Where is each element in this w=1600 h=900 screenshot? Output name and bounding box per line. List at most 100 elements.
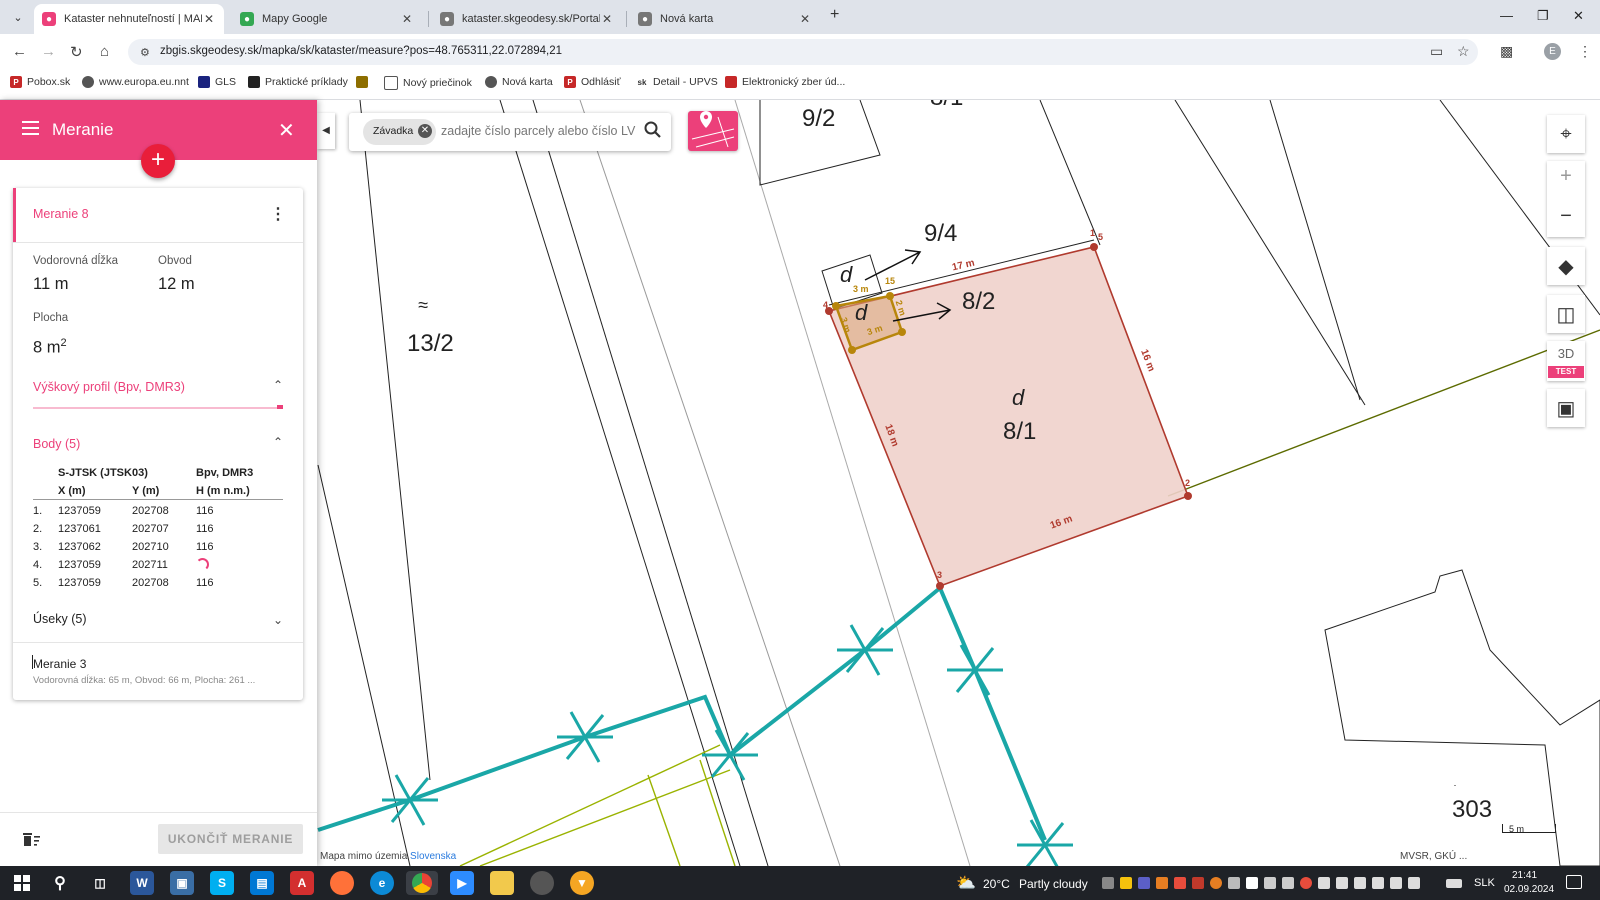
map-footer-link[interactable]: Slovenska <box>410 851 456 862</box>
close-tab-icon[interactable]: ✕ <box>798 12 812 26</box>
chrome-active-icon[interactable] <box>406 871 438 895</box>
network-icon[interactable] <box>1372 877 1384 889</box>
measurement-3-title[interactable]: Meranie 3 <box>33 657 86 671</box>
weather-icon[interactable]: ⛅ <box>956 873 976 893</box>
weather-text[interactable]: Partly cloudy <box>1019 877 1088 891</box>
hamburger-menu-icon[interactable] <box>22 118 39 140</box>
bookmark-star-icon[interactable]: ☆ <box>1457 43 1470 60</box>
search-icon[interactable]: ⚲ <box>48 871 72 895</box>
tray-icon[interactable] <box>1390 877 1402 889</box>
bookmark-zber[interactable]: Elektronický zber úd... <box>725 76 845 88</box>
search-icon[interactable] <box>644 121 662 142</box>
tray-icon[interactable] <box>1120 877 1132 889</box>
tray-icon[interactable] <box>1210 877 1222 889</box>
bookmark-nova-karta[interactable]: Nová karta <box>485 76 553 88</box>
speaker-icon[interactable] <box>1408 877 1420 889</box>
scanner-icon[interactable]: ▤ <box>250 871 274 895</box>
search-input[interactable] <box>441 123 636 139</box>
language-indicator[interactable]: SLK <box>1474 877 1495 889</box>
tray-icon[interactable] <box>1192 877 1204 889</box>
pdf-icon[interactable]: A <box>290 871 314 895</box>
chevron-up-icon[interactable]: ⌃ <box>273 435 283 449</box>
map-attribution[interactable]: MVSR, GKÚ ... <box>1400 851 1467 862</box>
map-location-button[interactable] <box>688 111 738 151</box>
volume-icon[interactable] <box>1228 877 1240 889</box>
bookmark-folder[interactable]: Nový priečinok <box>384 76 472 90</box>
temperature[interactable]: 20°C <box>983 877 1010 891</box>
clock-time[interactable]: 21:41 <box>1512 870 1537 881</box>
tray-icon[interactable] <box>1300 877 1312 889</box>
new-tab-plus-icon[interactable]: + <box>830 6 839 24</box>
chip-remove-icon[interactable]: ✕ <box>418 124 432 138</box>
tray-icon[interactable] <box>1336 877 1348 889</box>
install-app-icon[interactable]: ▭ <box>1430 43 1443 60</box>
edge-icon[interactable]: e <box>370 871 394 895</box>
bookmark-upvs[interactable]: sk Detail - UPVS <box>636 76 718 88</box>
word-icon[interactable]: W <box>130 871 154 895</box>
zoom-out-icon[interactable]: − <box>1547 205 1585 228</box>
clock-date[interactable]: 02.09.2024 <box>1504 884 1554 895</box>
bookmark-prakticke[interactable]: Praktické príklady <box>248 76 348 88</box>
forward-arrow-icon[interactable]: → <box>41 43 56 60</box>
app-icon[interactable] <box>530 871 554 895</box>
close-icon[interactable]: ✕ <box>278 118 295 143</box>
compare-button[interactable]: ◫ <box>1547 295 1585 333</box>
tray-icon[interactable] <box>1354 877 1366 889</box>
bookmark-gls[interactable]: GLS <box>198 76 236 88</box>
bookmark-odhlasit[interactable]: P Odhlásiť <box>564 76 621 88</box>
photo-map-button[interactable]: ▣ <box>1547 389 1585 427</box>
bookmark-unnamed[interactable] <box>356 76 373 88</box>
tray-icon[interactable] <box>1282 877 1294 889</box>
tray-icon[interactable] <box>1102 877 1114 889</box>
tray-icon[interactable] <box>1318 877 1330 889</box>
add-measurement-button[interactable]: + <box>141 144 175 178</box>
layers-button[interactable]: ◆ <box>1547 247 1585 285</box>
home-icon[interactable]: ⌂ <box>100 43 109 60</box>
more-options-icon[interactable]: ⋮ <box>270 204 286 224</box>
close-tab-icon[interactable]: ✕ <box>202 12 216 26</box>
profile-avatar[interactable]: E <box>1544 43 1561 60</box>
minimize-icon[interactable]: — <box>1500 8 1513 23</box>
skype-icon[interactable]: S <box>210 871 234 895</box>
file-explorer-icon[interactable] <box>490 871 514 895</box>
back-arrow-icon[interactable]: ← <box>12 43 27 60</box>
chevron-up-icon[interactable]: ⌃ <box>273 378 283 392</box>
elevation-profile-toggle[interactable]: Výškový profil (Bpv, DMR3) <box>33 380 185 394</box>
notification-icon[interactable] <box>1566 875 1582 889</box>
tab-google-maps[interactable]: ● Mapy Google ✕ <box>232 4 422 34</box>
eid-icon[interactable] <box>1246 877 1258 889</box>
store-icon[interactable]: ▣ <box>170 871 194 895</box>
tray-icon[interactable] <box>1174 877 1186 889</box>
tab-search-chevron-icon[interactable]: ⌄ <box>8 7 28 27</box>
site-info-icon[interactable]: ⚙ <box>140 46 150 59</box>
segments-toggle[interactable]: Úseky (5) <box>33 612 86 626</box>
window-close-icon[interactable]: ✕ <box>1573 8 1584 24</box>
delete-all-icon[interactable] <box>22 831 40 847</box>
zoom-icon[interactable]: ▶ <box>450 871 474 895</box>
collapse-panel-button[interactable]: ◀ <box>317 113 335 149</box>
reload-icon[interactable]: ↻ <box>70 43 83 61</box>
my-location-button[interactable]: ⌖ <box>1547 115 1585 153</box>
close-tab-icon[interactable]: ✕ <box>400 12 414 26</box>
tab-kataster[interactable]: ● Kataster nehnuteľností | MAPKA ✕ <box>34 4 224 34</box>
bookmark-pobox[interactable]: P Pobox.sk <box>10 76 70 88</box>
url-text[interactable]: zbgis.skgeodesy.sk/mapka/sk/kataster/mea… <box>160 45 562 57</box>
points-toggle[interactable]: Body (5) <box>33 437 80 451</box>
vpn-icon[interactable]: ▼ <box>570 871 594 895</box>
close-tab-icon[interactable]: ✕ <box>600 12 614 26</box>
firefox-icon[interactable] <box>330 871 354 895</box>
keyboard-icon[interactable] <box>1446 879 1462 888</box>
tray-icon[interactable] <box>1156 877 1168 889</box>
bookmark-europa[interactable]: www.europa.eu.nnt <box>82 76 189 88</box>
zoom-in-icon[interactable]: + <box>1547 165 1585 188</box>
measurement-title[interactable]: Meranie 8 <box>33 207 89 221</box>
restore-icon[interactable]: ❐ <box>1537 8 1549 24</box>
chevron-down-icon[interactable]: ⌄ <box>273 613 283 627</box>
tab-kataster-portal[interactable]: ● kataster.skgeodesy.sk/Portal45/ ✕ <box>432 4 622 34</box>
teams-icon[interactable] <box>1138 877 1150 889</box>
finish-measurement-button[interactable]: UKONČIŤ MERANIE <box>158 824 303 854</box>
tab-new[interactable]: ● Nová karta ✕ <box>630 4 820 34</box>
task-view-icon[interactable]: ◫ <box>88 871 112 895</box>
windows-start-icon[interactable] <box>10 871 34 895</box>
tray-icon[interactable] <box>1264 877 1276 889</box>
